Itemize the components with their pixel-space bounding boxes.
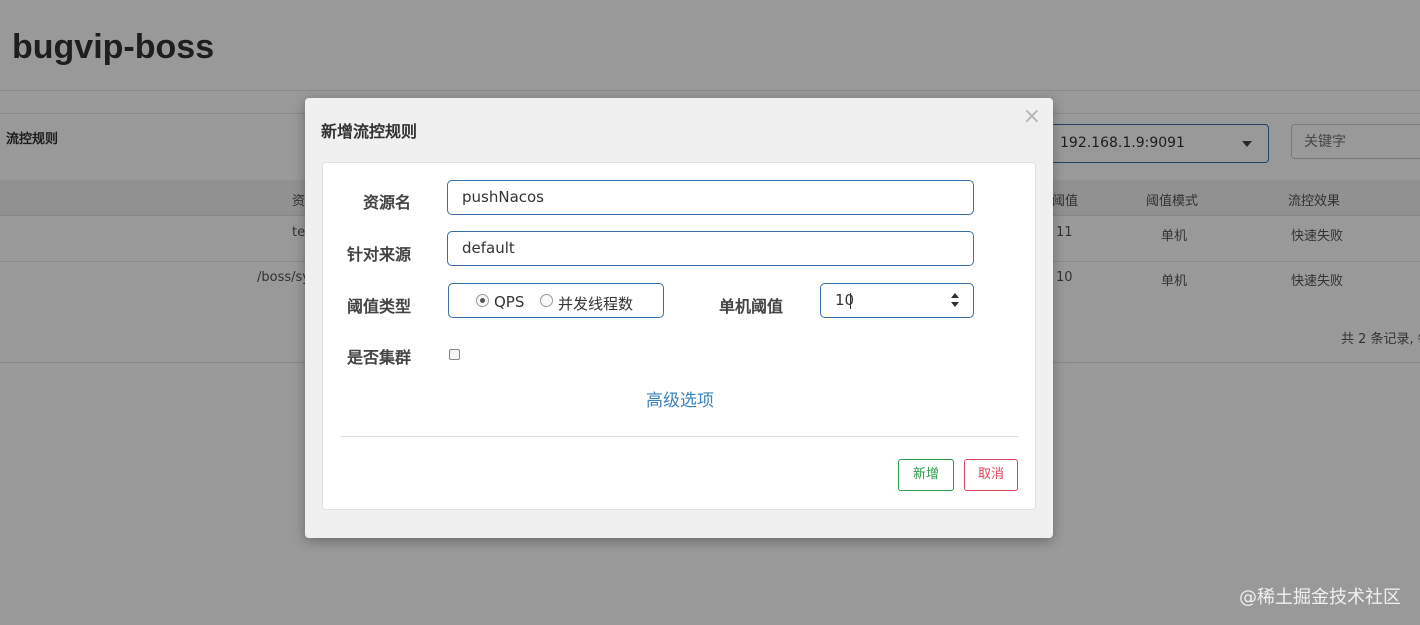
single-threshold-label: 单机阈值 (719, 297, 784, 316)
cluster-mode-label: 是否集群 (347, 348, 412, 367)
threshold-type-label: 阈值类型 (347, 297, 412, 316)
radio-qps[interactable] (476, 294, 489, 307)
close-icon[interactable]: × (1023, 104, 1041, 129)
cancel-button[interactable]: 取消 (964, 459, 1018, 491)
advanced-options-link[interactable]: 高级选项 (646, 386, 714, 411)
watermark: @稀土掘金技术社区 (1239, 587, 1401, 608)
resource-name-label: 资源名 (363, 193, 412, 212)
resource-name-input[interactable]: pushNacos (447, 180, 974, 215)
single-threshold-input[interactable]: 10 (820, 283, 974, 318)
add-flow-rule-dialog: 新增流控规则 × 资源名 pushNacos 针对来源 default 阈值类型… (305, 98, 1053, 538)
single-threshold-value: 10 (835, 291, 855, 309)
threshold-type-radio-group: QPS 并发线程数 (448, 283, 664, 318)
spinner-icon[interactable] (951, 293, 959, 307)
radio-thread-label: 并发线程数 (558, 295, 634, 313)
add-button[interactable]: 新增 (898, 459, 954, 491)
text-cursor (850, 293, 851, 309)
dialog-form: 资源名 pushNacos 针对来源 default 阈值类型 QPS 并发线程… (322, 162, 1036, 510)
limit-app-label: 针对来源 (347, 245, 412, 264)
dialog-title: 新增流控规则 (321, 122, 418, 141)
radio-qps-label: QPS (494, 293, 525, 311)
limit-app-input[interactable]: default (447, 231, 974, 266)
radio-thread[interactable] (540, 294, 553, 307)
cluster-mode-checkbox[interactable] (449, 349, 460, 360)
divider (340, 436, 1018, 437)
